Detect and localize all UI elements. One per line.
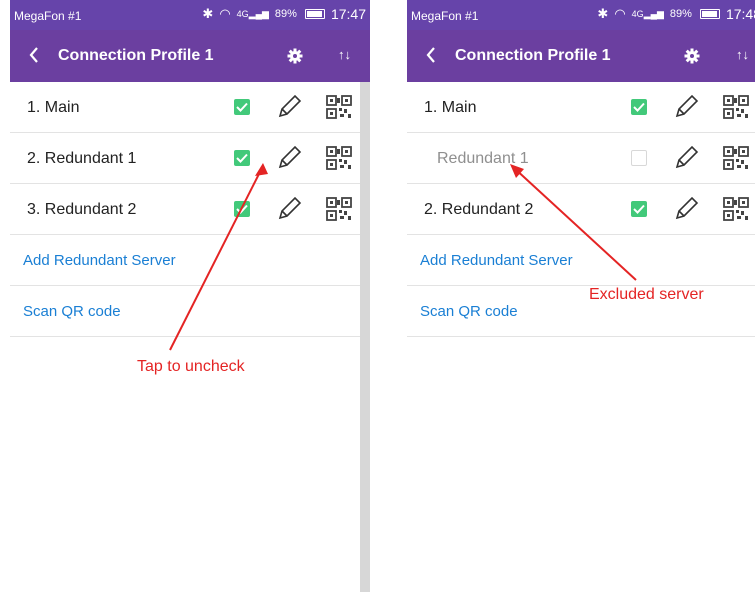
server-row-redundant-2: 2. Redundant 2: [407, 184, 755, 235]
bluetooth-icon: ✱: [202, 6, 214, 21]
add-redundant-server-link[interactable]: Add Redundant Server: [23, 252, 176, 269]
gear-icon[interactable]: [682, 46, 702, 66]
signal-icon: 4G▂▄▆: [631, 8, 664, 19]
server-list: 1. Main 2. Redundant 1 3. Redundant 2 Ad…: [10, 82, 370, 337]
server-label: 1. Main: [27, 99, 80, 116]
scan-qr-row: Scan QR code: [10, 286, 370, 337]
scrollbar[interactable]: [360, 82, 370, 592]
battery-icon: [304, 9, 325, 19]
enable-checkbox[interactable]: [234, 150, 250, 166]
page-title: Connection Profile 1: [455, 47, 611, 64]
edit-pencil-icon[interactable]: [673, 94, 699, 120]
enable-checkbox[interactable]: [234, 99, 250, 115]
server-label: 2. Redundant 1: [27, 150, 137, 167]
edit-pencil-icon[interactable]: [276, 196, 302, 222]
enable-checkbox[interactable]: [234, 201, 250, 217]
qr-code-icon[interactable]: [723, 197, 749, 221]
sort-icon[interactable]: ↑↓: [338, 47, 351, 62]
server-row-main: 1. Main: [10, 82, 370, 133]
app-bar: Connection Profile 1 ↑↓: [407, 30, 755, 82]
clock: 17:47: [330, 6, 366, 22]
qr-code-icon[interactable]: [723, 95, 749, 119]
page-title: Connection Profile 1: [58, 47, 214, 64]
network-type: 4G: [631, 8, 644, 19]
edit-pencil-icon[interactable]: [276, 94, 302, 120]
server-label: 3. Redundant 2: [27, 201, 137, 218]
enable-checkbox[interactable]: [631, 99, 647, 115]
network-type: 4G: [236, 8, 249, 19]
add-server-row: Add Redundant Server: [10, 235, 370, 286]
wifi-icon: ◠: [614, 6, 626, 21]
carrier-name: MegaFon #1: [411, 9, 479, 23]
enable-checkbox[interactable]: [631, 150, 647, 166]
server-row-main: 1. Main: [407, 82, 755, 133]
annotation-excluded-server: Excluded server: [589, 286, 704, 303]
qr-code-icon[interactable]: [326, 95, 352, 119]
wifi-icon: ◠: [219, 6, 231, 21]
server-row-redundant-1-excluded: Redundant 1: [407, 133, 755, 184]
edit-pencil-icon[interactable]: [276, 145, 302, 171]
signal-icon: 4G▂▄▆: [236, 8, 269, 19]
server-row-redundant-1: 2. Redundant 1: [10, 133, 370, 184]
app-bar: Connection Profile 1 ↑↓: [10, 30, 370, 82]
battery-icon: [699, 9, 720, 19]
edit-pencil-icon[interactable]: [673, 145, 699, 171]
qr-code-icon[interactable]: [326, 146, 352, 170]
server-label: Redundant 1: [437, 150, 529, 167]
server-label: 2. Redundant 2: [424, 201, 534, 218]
scan-qr-code-link[interactable]: Scan QR code: [23, 303, 121, 320]
carrier-name: MegaFon #1: [14, 9, 82, 23]
battery-percent: 89%: [669, 8, 692, 20]
annotation-tap-to-uncheck: Tap to uncheck: [137, 358, 245, 375]
scan-qr-code-link[interactable]: Scan QR code: [420, 303, 518, 320]
back-chevron-icon[interactable]: [421, 44, 441, 66]
server-row-redundant-2: 3. Redundant 2: [10, 184, 370, 235]
clock: 17:48: [725, 6, 755, 22]
add-server-row: Add Redundant Server: [407, 235, 755, 286]
phone-screen-before: MegaFon #1 ✱ ◠ 4G▂▄▆ 89% 17:47 Connectio…: [10, 0, 370, 592]
sort-icon[interactable]: ↑↓: [736, 47, 749, 62]
server-label: 1. Main: [424, 99, 477, 116]
enable-checkbox[interactable]: [631, 201, 647, 217]
edit-pencil-icon[interactable]: [673, 196, 699, 222]
battery-percent: 89%: [274, 8, 297, 20]
gear-icon[interactable]: [285, 46, 305, 66]
back-chevron-icon[interactable]: [24, 44, 44, 66]
status-bar: MegaFon #1 ✱ ◠ 4G▂▄▆ 89% 17:48: [407, 0, 755, 30]
bluetooth-icon: ✱: [597, 6, 609, 21]
qr-code-icon[interactable]: [326, 197, 352, 221]
status-bar: MegaFon #1 ✱ ◠ 4G▂▄▆ 89% 17:47: [10, 0, 370, 30]
qr-code-icon[interactable]: [723, 146, 749, 170]
add-redundant-server-link[interactable]: Add Redundant Server: [420, 252, 573, 269]
